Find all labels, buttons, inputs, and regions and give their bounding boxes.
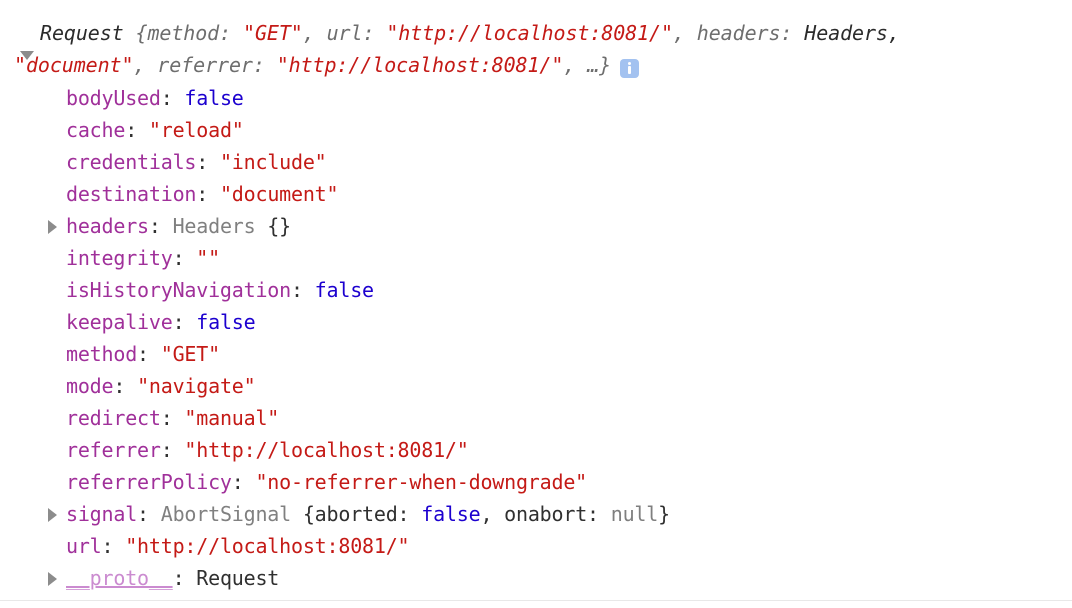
property-row-cache[interactable]: cache: "reload" [0, 114, 1072, 146]
preview-referrer-value: "http://localhost:8081/" [276, 53, 564, 77]
preview-url-key: , url: [302, 21, 387, 45]
preview-ellipsis-brace: , …} [563, 53, 612, 77]
property-value: "reload" [148, 118, 244, 142]
property-key: destination [66, 182, 197, 206]
signal-onabort-key: , onabort: [480, 502, 611, 526]
property-row-integrity[interactable]: integrity: "" [0, 242, 1072, 274]
property-colon: : [160, 86, 185, 110]
property-value: "http://localhost:8081/" [184, 438, 469, 462]
property-value-constructor: Headers [172, 214, 256, 238]
property-row-destination[interactable]: destination: "document" [0, 178, 1072, 210]
property-value-constructor: AbortSignal [160, 502, 303, 526]
property-key: mode [66, 374, 114, 398]
property-value: "GET" [160, 342, 220, 366]
property-key: __proto__ [66, 566, 173, 590]
preview-open-brace: {method: [135, 21, 244, 45]
property-row-headers[interactable]: headers: Headers {} [0, 210, 1072, 242]
property-value: false [184, 86, 244, 110]
property-value: "http://localhost:8081/" [125, 534, 410, 558]
preview-constructor: Request [40, 21, 136, 45]
property-list: bodyUsed: false cache: "reload" credenti… [0, 82, 1072, 594]
property-colon: : [290, 278, 315, 302]
signal-onabort-value: null [610, 502, 659, 526]
property-key: headers [66, 214, 149, 238]
property-colon: : [160, 406, 185, 430]
property-row-method[interactable]: method: "GET" [0, 338, 1072, 370]
object-preview-line-2: "document", referrer: "http://localhost:… [14, 49, 1072, 81]
triangle-right-icon[interactable] [48, 508, 57, 522]
preview-method-value: "GET" [243, 21, 303, 45]
property-value: "include" [219, 150, 327, 174]
property-row-proto[interactable]: __proto__: Request [0, 562, 1072, 594]
property-row-signal[interactable]: signal: AbortSignal {aborted: false, ona… [0, 498, 1072, 530]
preview-headers-key: , headers: [672, 21, 805, 45]
signal-preview-close: } [658, 502, 670, 526]
property-colon: : [231, 470, 256, 494]
signal-preview-open: {aborted: [302, 502, 422, 526]
property-row-url[interactable]: url: "http://localhost:8081/" [0, 530, 1072, 562]
property-colon: : [113, 374, 138, 398]
console-entry-divider [0, 600, 1072, 601]
request-object-group: Request {method: "GET", url: "http://loc… [0, 0, 1072, 594]
property-value: "no-referrer-when-downgrade" [255, 470, 588, 494]
property-colon: : [196, 150, 220, 174]
property-row-keepalive[interactable]: keepalive: false [0, 306, 1072, 338]
property-row-redirect[interactable]: redirect: "manual" [0, 402, 1072, 434]
property-key: referrer [66, 438, 161, 462]
property-row-mode[interactable]: mode: "navigate" [0, 370, 1072, 402]
property-key: cache [66, 118, 126, 142]
property-row-referrer[interactable]: referrer: "http://localhost:8081/" [0, 434, 1072, 466]
property-value: false [196, 310, 256, 334]
triangle-right-icon[interactable] [48, 220, 57, 234]
property-row-bodyUsed[interactable]: bodyUsed: false [0, 82, 1072, 114]
property-colon: : [101, 534, 126, 558]
property-colon: : [172, 310, 197, 334]
preview-url-value: "http://localhost:8081/" [386, 21, 673, 45]
property-key: keepalive [66, 310, 173, 334]
property-colon: : [160, 438, 185, 462]
property-row-isHistoryNavigation[interactable]: isHistoryNavigation: false [0, 274, 1072, 306]
property-colon: : [172, 566, 197, 590]
property-colon: : [137, 502, 161, 526]
property-key: signal [66, 502, 138, 526]
property-value: "" [196, 246, 220, 270]
console-output-panel: Request {method: "GET", url: "http://loc… [0, 0, 1072, 608]
preview-destination-value: "document" [14, 53, 134, 77]
property-key: referrerPolicy [66, 470, 232, 494]
property-key: bodyUsed [66, 86, 161, 110]
property-colon: : [172, 246, 197, 270]
property-key: integrity [66, 246, 173, 270]
property-value: "navigate" [137, 374, 256, 398]
property-key: credentials [66, 150, 197, 174]
property-colon: : [125, 118, 149, 142]
signal-aborted-value: false [421, 502, 481, 526]
property-colon: : [196, 182, 220, 206]
property-value: "document" [219, 182, 339, 206]
property-row-credentials[interactable]: credentials: "include" [0, 146, 1072, 178]
preview-headers-value: Headers, [804, 21, 900, 45]
property-colon: : [137, 342, 161, 366]
property-key: redirect [66, 406, 161, 430]
triangle-right-icon[interactable] [48, 572, 57, 586]
property-value: "manual" [184, 406, 280, 430]
property-row-referrerPolicy[interactable]: referrerPolicy: "no-referrer-when-downgr… [0, 466, 1072, 498]
property-colon: : [148, 214, 173, 238]
property-key: url [66, 534, 102, 558]
property-value: false [314, 278, 374, 302]
info-icon[interactable] [620, 59, 640, 78]
object-preview-row[interactable]: Request {method: "GET", url: "http://loc… [0, 17, 1072, 81]
property-key: method [66, 342, 138, 366]
property-value: Request [196, 566, 280, 590]
property-value-brace: {} [255, 214, 291, 238]
preview-referrer-key: , referrer: [133, 53, 277, 77]
object-preview-line-1: Request {method: "GET", url: "http://loc… [40, 17, 1072, 49]
property-key: isHistoryNavigation [66, 278, 291, 302]
